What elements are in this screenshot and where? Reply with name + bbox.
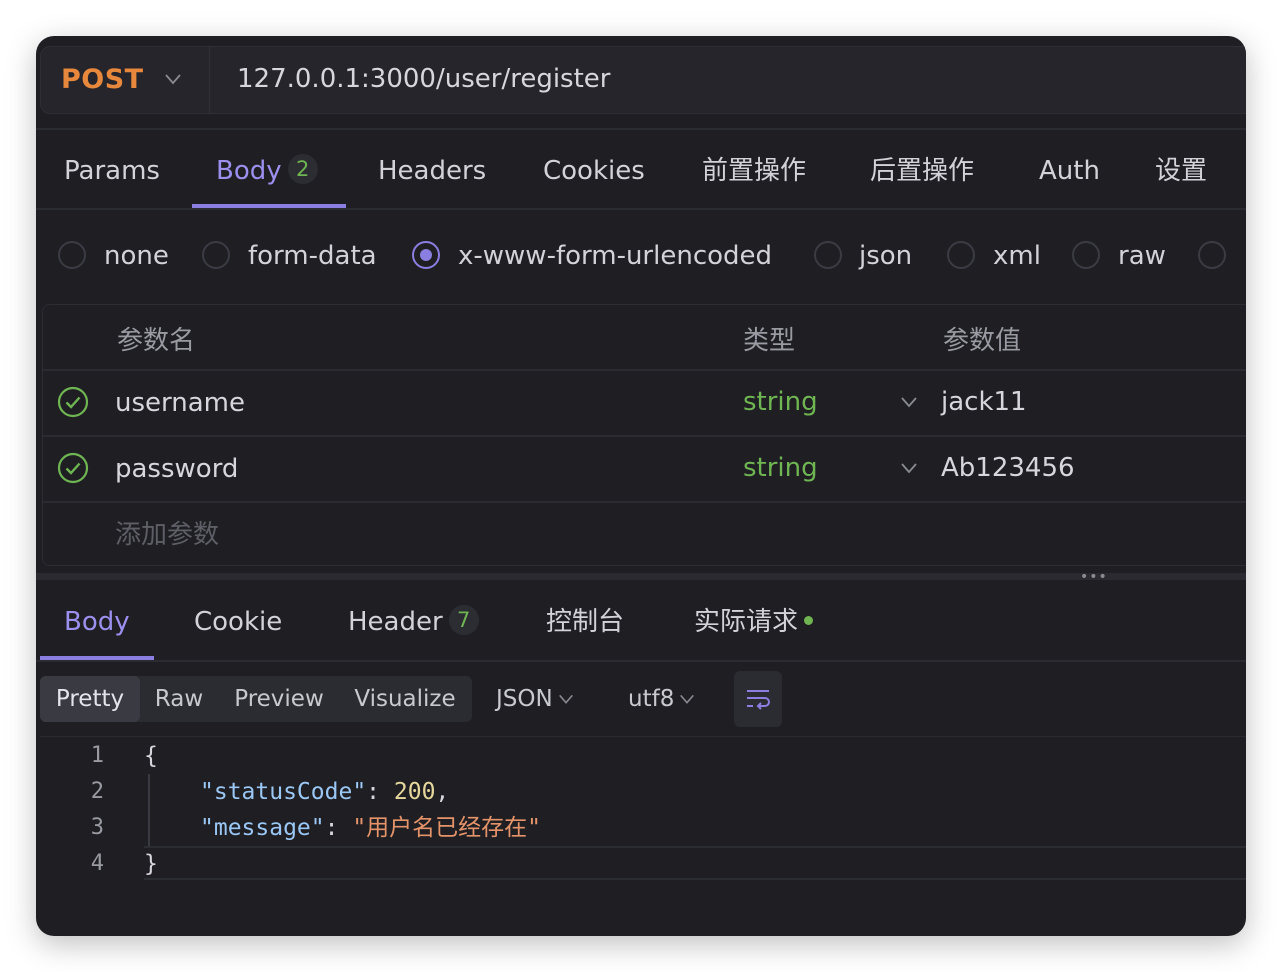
- check-circle-icon[interactable]: [57, 452, 89, 484]
- chevron-down-icon[interactable]: [163, 69, 183, 89]
- tab-params[interactable]: Params: [64, 136, 160, 206]
- view-preview-button[interactable]: Preview: [220, 676, 338, 722]
- param-type-username[interactable]: string: [743, 382, 818, 422]
- indent-guide: [148, 774, 150, 846]
- chevron-down-icon: [680, 694, 695, 704]
- method-select[interactable]: POST: [61, 47, 144, 113]
- param-value-password[interactable]: Ab123456: [941, 448, 1075, 488]
- column-header-type: 类型: [743, 326, 796, 356]
- json-key: "message": [200, 815, 325, 841]
- active-line-highlight: [144, 846, 1246, 880]
- check-circle-icon[interactable]: [57, 386, 89, 418]
- wrap-lines-button[interactable]: [734, 671, 782, 727]
- chevron-down-icon[interactable]: [899, 458, 919, 478]
- divider: [43, 501, 1246, 503]
- line-number: 2: [90, 779, 104, 804]
- tab-headers[interactable]: Headers: [378, 136, 486, 206]
- tab-post-script[interactable]: 后置操作: [870, 136, 974, 206]
- radio-none[interactable]: [58, 241, 86, 269]
- divider: [209, 47, 210, 113]
- divider: [43, 435, 1246, 437]
- column-header-name: 参数名: [117, 326, 196, 356]
- param-name-password[interactable]: password: [115, 449, 238, 489]
- radio-more[interactable]: [1198, 241, 1226, 269]
- response-tab-actual-request[interactable]: 实际请求: [694, 592, 814, 652]
- view-mode-segment: Pretty Raw Preview Visualize: [40, 676, 472, 722]
- json-line-statuscode: "statusCode": 200,: [200, 779, 450, 805]
- radio-xml[interactable]: [947, 241, 975, 269]
- tab-cookies[interactable]: Cookies: [543, 136, 645, 206]
- response-code-view[interactable]: 1 2 3 4 { "statusCode": 200, "message": …: [40, 738, 1246, 936]
- response-tab-body[interactable]: Body: [64, 592, 130, 652]
- response-tab-console[interactable]: 控制台: [546, 592, 624, 652]
- tab-auth[interactable]: Auth: [1039, 136, 1100, 206]
- param-type-password[interactable]: string: [743, 448, 818, 488]
- radio-label-form-data[interactable]: form-data: [248, 234, 377, 278]
- tab-body[interactable]: Body 2: [216, 136, 318, 206]
- param-name-username[interactable]: username: [115, 383, 245, 423]
- line-number: 1: [90, 743, 104, 768]
- line-number: 4: [90, 851, 104, 876]
- radio-form-data[interactable]: [202, 241, 230, 269]
- radio-label-xml[interactable]: xml: [993, 234, 1041, 278]
- status-dot: [804, 616, 814, 625]
- more-dots-icon[interactable]: •••: [1080, 570, 1108, 584]
- json-line-message: "message": "用户名已经存在": [200, 815, 542, 841]
- radio-label-x-www-form-urlencoded[interactable]: x-www-form-urlencoded: [458, 234, 772, 278]
- response-tab-header[interactable]: Header 7: [348, 592, 479, 652]
- wrap-lines-icon: [747, 690, 770, 710]
- json-key: "statusCode": [200, 779, 367, 805]
- tab-settings[interactable]: 设置: [1155, 136, 1207, 206]
- view-raw-button[interactable]: Raw: [142, 676, 216, 722]
- radio-x-www-form-urlencoded[interactable]: [412, 241, 440, 269]
- radio-label-raw[interactable]: raw: [1118, 234, 1166, 278]
- json-number-value: 200: [393, 779, 436, 805]
- api-client-window: POST 127.0.0.1:3000/user/register Params…: [36, 36, 1246, 936]
- url-input[interactable]: 127.0.0.1:3000/user/register: [237, 47, 610, 113]
- param-value-username[interactable]: jack11: [941, 382, 1027, 422]
- view-visualize-button[interactable]: Visualize: [342, 676, 468, 722]
- radio-label-none[interactable]: none: [104, 234, 169, 278]
- add-param-input[interactable]: 添加参数: [115, 515, 219, 555]
- json-string-value: "用户名已经存在": [352, 815, 542, 841]
- divider: [36, 660, 1246, 662]
- panel-splitter[interactable]: [36, 573, 1246, 580]
- json-close-brace: }: [144, 851, 158, 877]
- params-table: 参数名 类型 参数值 username string jack11 passwo…: [42, 304, 1246, 566]
- divider: [43, 369, 1246, 371]
- chevron-down-icon: [558, 694, 573, 704]
- response-tab-cookie[interactable]: Cookie: [194, 592, 282, 652]
- line-number: 3: [90, 815, 104, 840]
- radio-raw[interactable]: [1072, 241, 1100, 269]
- tab-pre-script[interactable]: 前置操作: [702, 136, 806, 206]
- encoding-select[interactable]: utf8: [628, 676, 696, 722]
- divider: [36, 128, 1246, 130]
- radio-label-json[interactable]: json: [859, 234, 912, 278]
- view-pretty-button[interactable]: Pretty: [40, 676, 140, 722]
- body-count-badge: 2: [287, 154, 318, 184]
- format-select[interactable]: JSON: [496, 676, 575, 722]
- chevron-down-icon[interactable]: [899, 392, 919, 412]
- url-bar: POST 127.0.0.1:3000/user/register: [40, 46, 1246, 114]
- divider: [40, 736, 1246, 737]
- divider: [36, 208, 1246, 210]
- radio-json[interactable]: [814, 241, 842, 269]
- json-open-brace: {: [144, 743, 158, 769]
- header-count-badge: 7: [448, 605, 479, 635]
- column-header-value: 参数值: [943, 326, 1022, 356]
